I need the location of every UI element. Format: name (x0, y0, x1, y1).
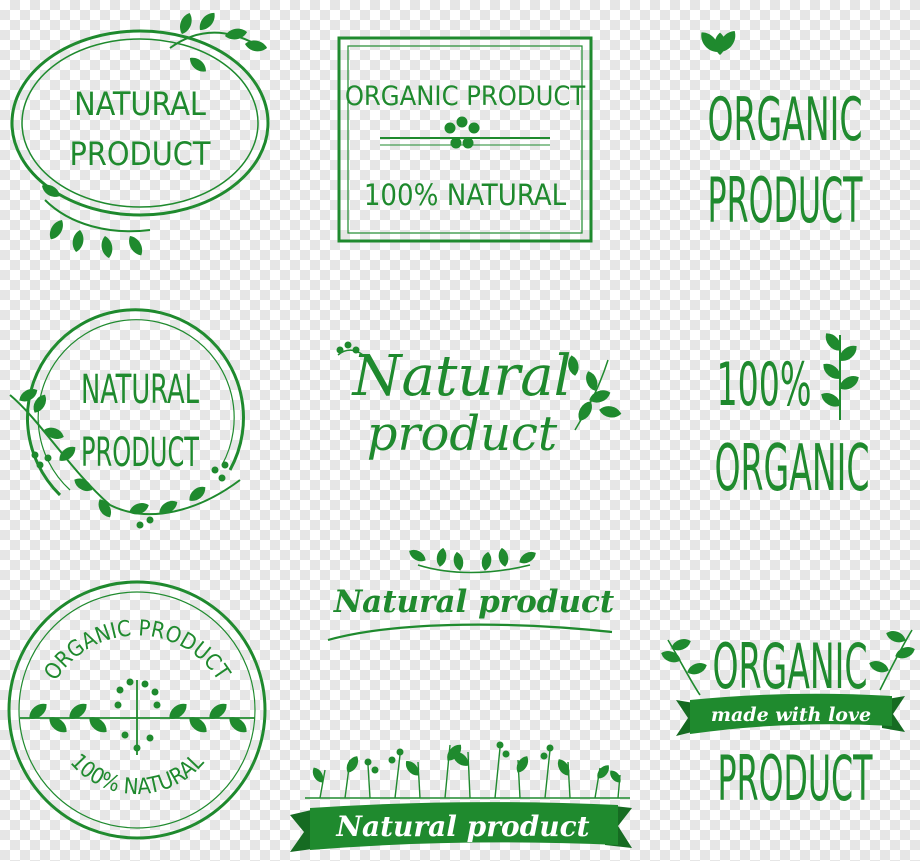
badge-organic-product-text: ORGANIC PRODUCT (696, 27, 864, 237)
labels-canvas: NATURAL PRODUCT ORGANIC PRODUCT 100% NAT… (7, 9, 917, 852)
meadow-plants-icon (305, 741, 630, 799)
swoosh-underline (327, 623, 613, 642)
badge-100-organic: 100% ORGANIC (715, 330, 870, 506)
badge-natural-product-swoosh: Natural product (327, 547, 615, 642)
badge-title: 100% (717, 350, 812, 420)
badge-title: ORGANIC (708, 85, 863, 155)
ribbon-label: Natural product (335, 810, 589, 843)
laurel-branch-icon (20, 678, 255, 755)
leaf-garland-icon (407, 547, 538, 574)
badge-natural-product-oval: NATURAL PRODUCT (10, 9, 270, 259)
berry-divider-icon (380, 116, 550, 149)
badge-organic-made-with-love: ORGANIC made with love PRODUCT (659, 628, 917, 815)
badge-subtitle: PRODUCT (81, 430, 200, 476)
badge-subtitle: 100% NATURAL (65, 749, 209, 800)
badge-organic-product-frame: ORGANIC PRODUCT 100% NATURAL (337, 36, 593, 243)
badge-subtitle: ORGANIC (715, 432, 870, 506)
sprout-icon (696, 27, 740, 56)
badge-title: Natural (350, 344, 571, 409)
badge-subtitle: PRODUCT (708, 164, 864, 237)
badge-natural-product-ribbon: Natural product (290, 741, 632, 852)
badge-subtitle: 100% NATURAL (364, 178, 567, 212)
badge-organic-product-stamp: ORGANIC PRODUCT 100% NATURAL (7, 580, 267, 840)
badge-title: Natural product (333, 584, 615, 620)
oval-frame-inner (21, 38, 259, 208)
ribbon-label: made with love (711, 704, 871, 726)
badge-title: ORGANIC (713, 630, 868, 703)
branch-icon (818, 330, 862, 420)
badge-title: NATURAL (74, 85, 206, 123)
badge-subtitle: product (367, 406, 558, 462)
badge-natural-product-script: Natural product (336, 341, 622, 462)
badge-natural-product-circle: NATURAL PRODUCT (9, 308, 245, 529)
badge-title: ORGANIC PRODUCT (345, 81, 586, 112)
badge-subtitle: PRODUCT (70, 135, 211, 173)
badge-title: ORGANIC PRODUCT (40, 616, 235, 685)
badge-title: NATURAL (81, 367, 199, 413)
badge-subtitle: PRODUCT (718, 742, 874, 815)
